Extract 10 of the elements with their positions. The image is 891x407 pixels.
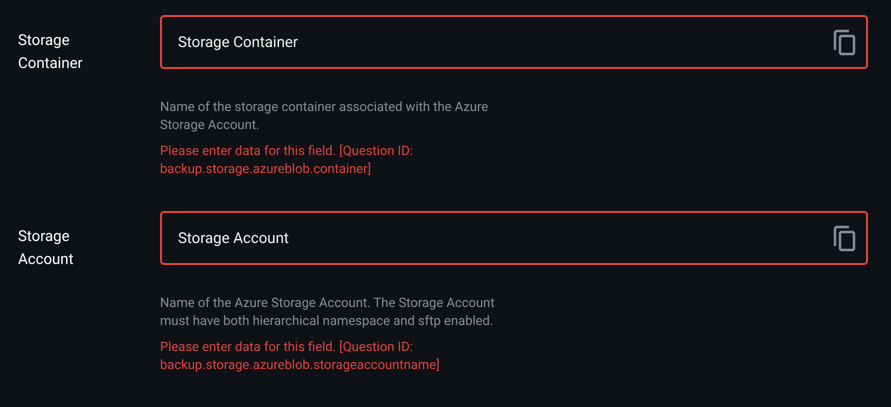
error-message: Please enter data for this field. [Question ID: backup.storage.azureblob.storageaccountname] xyxy=(160,339,441,375)
copy-icon[interactable] xyxy=(832,28,858,56)
field-label: Storage Account xyxy=(18,226,75,270)
copy-icon[interactable] xyxy=(832,224,858,252)
text-field[interactable]: Storage Account xyxy=(160,211,868,265)
error-message: Please enter data for this field. [Question ID: backup.storage.azureblob.container] xyxy=(160,143,414,179)
help-text: Name of the Azure Storage Account. The Storage Account must have both hierarchical namespace and sftp enabled. xyxy=(160,295,496,331)
field-label: Storage Container xyxy=(18,30,84,74)
help-text: Name of the storage container associated with the Azure Storage Account. xyxy=(160,99,490,135)
text-field[interactable]: Storage Container xyxy=(160,15,868,69)
